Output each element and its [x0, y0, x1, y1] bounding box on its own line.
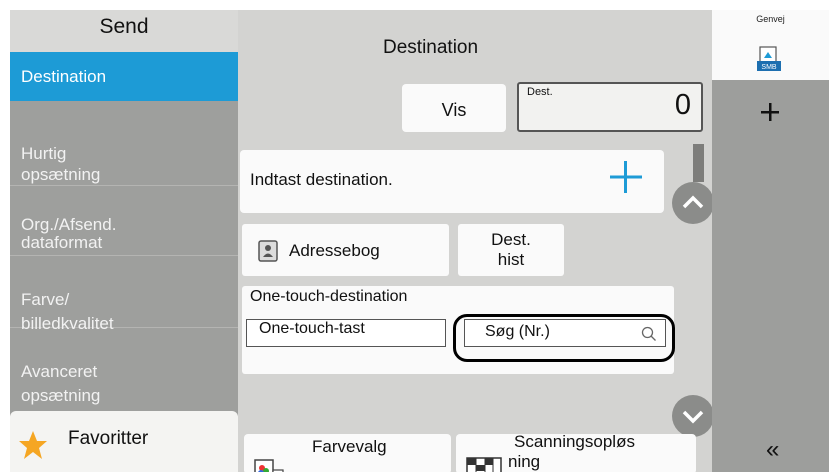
- shortcut-tab[interactable]: Genvej SMB: [712, 10, 829, 80]
- smb-icon-text: SMB: [761, 64, 777, 71]
- one-touch-key-button[interactable]: One-touch-tast: [246, 319, 446, 347]
- chevron-up-icon: [682, 195, 704, 209]
- view-button[interactable]: Vis: [402, 84, 506, 132]
- scrollbar-thumb[interactable]: [693, 144, 704, 182]
- add-shortcut-icon[interactable]: [758, 100, 782, 124]
- color-selection-label: Farvevalg: [312, 437, 387, 456]
- scan-resolution-label-line1: Scanningsopløs: [514, 432, 635, 451]
- scan-resolution-label-line2: ning: [508, 452, 541, 471]
- favorites-label: Favoritter: [68, 428, 149, 449]
- main-panel: Destination Vis Dest. 0 Indtast destinat…: [238, 10, 714, 472]
- destination-history-label-line2: hist: [497, 250, 525, 269]
- device-screen: Send Destination Hurtig opsætning Org./A…: [10, 10, 829, 472]
- destination-counter: Dest. 0: [517, 82, 703, 132]
- scroll-up-button[interactable]: [672, 182, 714, 224]
- sidebar: Send Destination Hurtig opsætning Org./A…: [10, 10, 238, 472]
- color-selection-button[interactable]: Farvevalg: [244, 434, 451, 472]
- sidebar-item-format[interactable]: Org./Afsend. dataformat: [10, 186, 238, 256]
- scan-resolution-button[interactable]: Scanningsopløs ning: [456, 432, 696, 472]
- shortcut-tab-label: Genvej: [756, 14, 785, 24]
- favorites-button[interactable]: Favoritter: [10, 411, 238, 472]
- star-icon: [19, 431, 47, 459]
- page-title: Destination: [383, 37, 479, 58]
- sidebar-item-quick-setup[interactable]: Hurtig opsætning: [10, 116, 238, 186]
- sidebar-item-label: Farve/ billedkvalitet: [21, 290, 114, 333]
- destination-counter-label: Dest.: [527, 86, 553, 98]
- add-destination-icon[interactable]: [608, 159, 644, 195]
- address-book-icon: [258, 240, 278, 262]
- shortcut-bar: Genvej SMB «: [712, 10, 829, 472]
- scan-resolution-icon: [466, 457, 502, 472]
- chevron-down-icon: [682, 410, 704, 424]
- sidebar-item-label: Org./Afsend. dataformat: [21, 215, 117, 252]
- scroll-down-button[interactable]: [672, 395, 714, 437]
- sidebar-item-destination[interactable]: Destination: [10, 52, 238, 101]
- enter-destination-row[interactable]: Indtast destination.: [240, 150, 664, 213]
- sidebar-item-label: Destination: [21, 67, 107, 86]
- destination-history-button[interactable]: Dest. hist: [458, 224, 564, 276]
- address-book-button[interactable]: Adressebog: [242, 224, 449, 276]
- one-touch-heading: One-touch-destination: [250, 288, 408, 305]
- address-book-label: Adressebog: [289, 241, 380, 260]
- destination-history-label-line1: Dest.: [491, 230, 531, 249]
- collapse-icon[interactable]: «: [766, 436, 779, 464]
- destination-count: 0: [674, 89, 691, 121]
- sidebar-item-label: Avanceret opsætning: [21, 362, 101, 405]
- sidebar-title: Send: [10, 10, 238, 52]
- color-selection-icon: [254, 459, 284, 472]
- sidebar-item-advanced[interactable]: Avanceret opsætning: [10, 328, 238, 405]
- enter-destination-label: Indtast destination.: [250, 170, 393, 189]
- sidebar-item-color-quality[interactable]: Farve/ billedkvalitet: [10, 256, 238, 333]
- smb-shortcut-icon[interactable]: SMB: [756, 46, 782, 72]
- highlight-ring: [453, 314, 675, 362]
- sidebar-item-label: Hurtig opsætning: [21, 144, 101, 184]
